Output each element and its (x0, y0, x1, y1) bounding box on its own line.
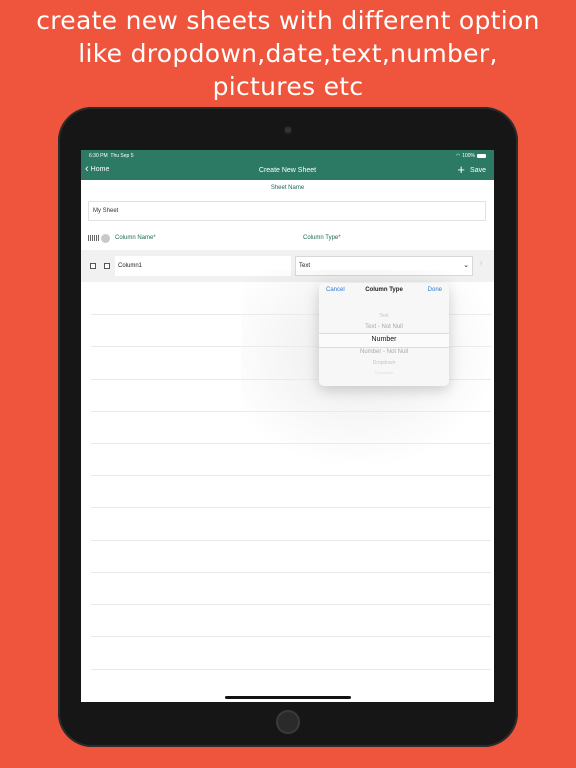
status-right: ◠ 100% (456, 153, 486, 159)
list-divider (91, 507, 491, 508)
status-bar: 6:30 PM Thu Sep 5 ◠ 100% (81, 150, 494, 161)
chevron-right-icon[interactable]: › (480, 260, 482, 267)
list-divider (91, 636, 491, 637)
headline-line-1: create new sheets with different option (36, 6, 540, 35)
headline-line-2: like dropdown,date,text,number, (78, 39, 498, 68)
picker-option-dropdown[interactable]: Dropdown (319, 360, 449, 366)
battery-level: 100% (462, 153, 475, 159)
list-divider (91, 443, 491, 444)
column-type-picker: Column Type Cancel Done Text Text - Not … (319, 283, 449, 386)
sheet-name-input[interactable]: My Sheet (88, 201, 486, 221)
column-type-value: Text (299, 263, 311, 269)
picker-option-number[interactable]: Number (319, 336, 449, 343)
picker-cancel-button[interactable]: Cancel (326, 287, 345, 293)
camera-icon (285, 127, 291, 133)
list-divider (91, 411, 491, 412)
wifi-icon: ◠ (455, 153, 461, 159)
checkbox-icon[interactable] (104, 263, 110, 269)
list-divider (91, 669, 491, 670)
picker-done-button[interactable]: Done (428, 287, 442, 293)
barcode-icon (88, 235, 99, 241)
column-name-header: Column Name* (115, 235, 156, 241)
page-title: Create New Sheet (258, 167, 317, 174)
list-divider (91, 475, 491, 476)
status-time-date: 6:30 PM Thu Sep 5 (89, 153, 133, 159)
list-divider (91, 540, 491, 541)
list-divider (91, 604, 491, 605)
headline: create new sheets with different option … (0, 4, 576, 103)
list-divider (91, 572, 491, 573)
plus-icon[interactable]: + (457, 163, 465, 176)
nav-bar: ‹ Home Create New Sheet + Save (81, 161, 494, 180)
save-button[interactable]: Save (470, 167, 486, 174)
home-indicator (225, 696, 351, 699)
picker-option-text-not-null[interactable]: Text - Not Null (319, 324, 449, 330)
column-header-row: Column Name* Column Type* (81, 234, 494, 244)
checkbox-icon[interactable] (90, 263, 96, 269)
gear-icon (101, 234, 110, 243)
status-date: Thu Sep 5 (110, 153, 134, 159)
app-screen: 6:30 PM Thu Sep 5 ◠ 100% ‹ Home Create Ne… (81, 150, 494, 702)
status-time: 6:30 PM (89, 153, 108, 159)
battery-icon (477, 153, 486, 158)
picker-option-number-not-null[interactable]: Number - Not Null (319, 349, 449, 355)
headline-line-3: pictures etc (212, 72, 364, 101)
picker-option-text[interactable]: Text (319, 313, 449, 319)
sheet-name-label: Sheet Name (270, 185, 305, 191)
picker-option-dropdown-faded[interactable]: Dropdown (319, 370, 449, 375)
column-type-header: Column Type* (303, 235, 341, 241)
home-button[interactable] (276, 710, 300, 734)
